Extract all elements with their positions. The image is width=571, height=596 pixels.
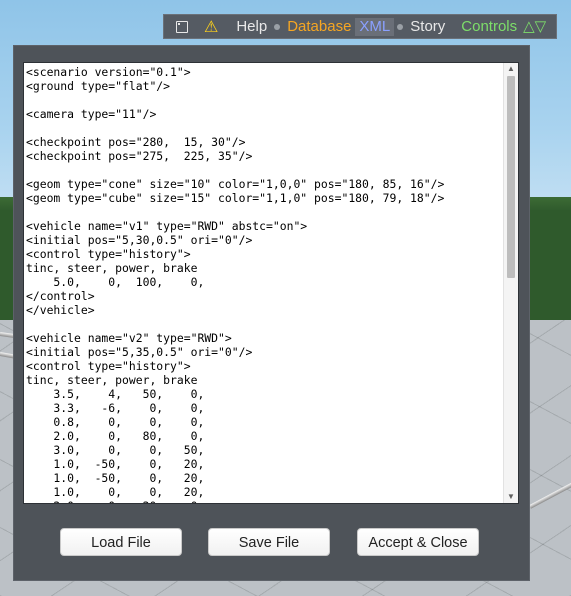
- accept-close-button[interactable]: Accept & Close: [357, 528, 479, 556]
- save-file-button[interactable]: Save File: [208, 528, 330, 556]
- scroll-down-arrow-icon[interactable]: ▼: [504, 491, 518, 503]
- top-menu-bar: ⚠ Help Database XML Story Controls △▽: [163, 14, 557, 39]
- menu-database[interactable]: Database: [283, 14, 355, 39]
- collapse-toggle-icon[interactable]: △▽: [521, 14, 550, 39]
- xml-editor-dialog: <scenario version="0.1"> <ground type="f…: [14, 46, 529, 580]
- vertical-scrollbar[interactable]: ▲ ▼: [503, 63, 518, 503]
- load-file-button[interactable]: Load File: [60, 528, 182, 556]
- window-icon[interactable]: [176, 20, 188, 33]
- menu-controls[interactable]: Controls: [457, 14, 521, 39]
- menu-help[interactable]: Help: [232, 14, 271, 39]
- menu-xml[interactable]: XML: [355, 17, 395, 36]
- warning-icon[interactable]: ⚠: [204, 17, 218, 37]
- menu-story[interactable]: Story: [406, 14, 449, 39]
- xml-text-area[interactable]: <scenario version="0.1"> <ground type="f…: [23, 62, 519, 504]
- scroll-up-arrow-icon[interactable]: ▲: [504, 63, 518, 75]
- xml-content[interactable]: <scenario version="0.1"> <ground type="f…: [24, 63, 504, 503]
- menu-separator-dot: [397, 23, 404, 30]
- scrollbar-thumb[interactable]: [507, 76, 515, 278]
- menu-separator-dot: [274, 23, 281, 30]
